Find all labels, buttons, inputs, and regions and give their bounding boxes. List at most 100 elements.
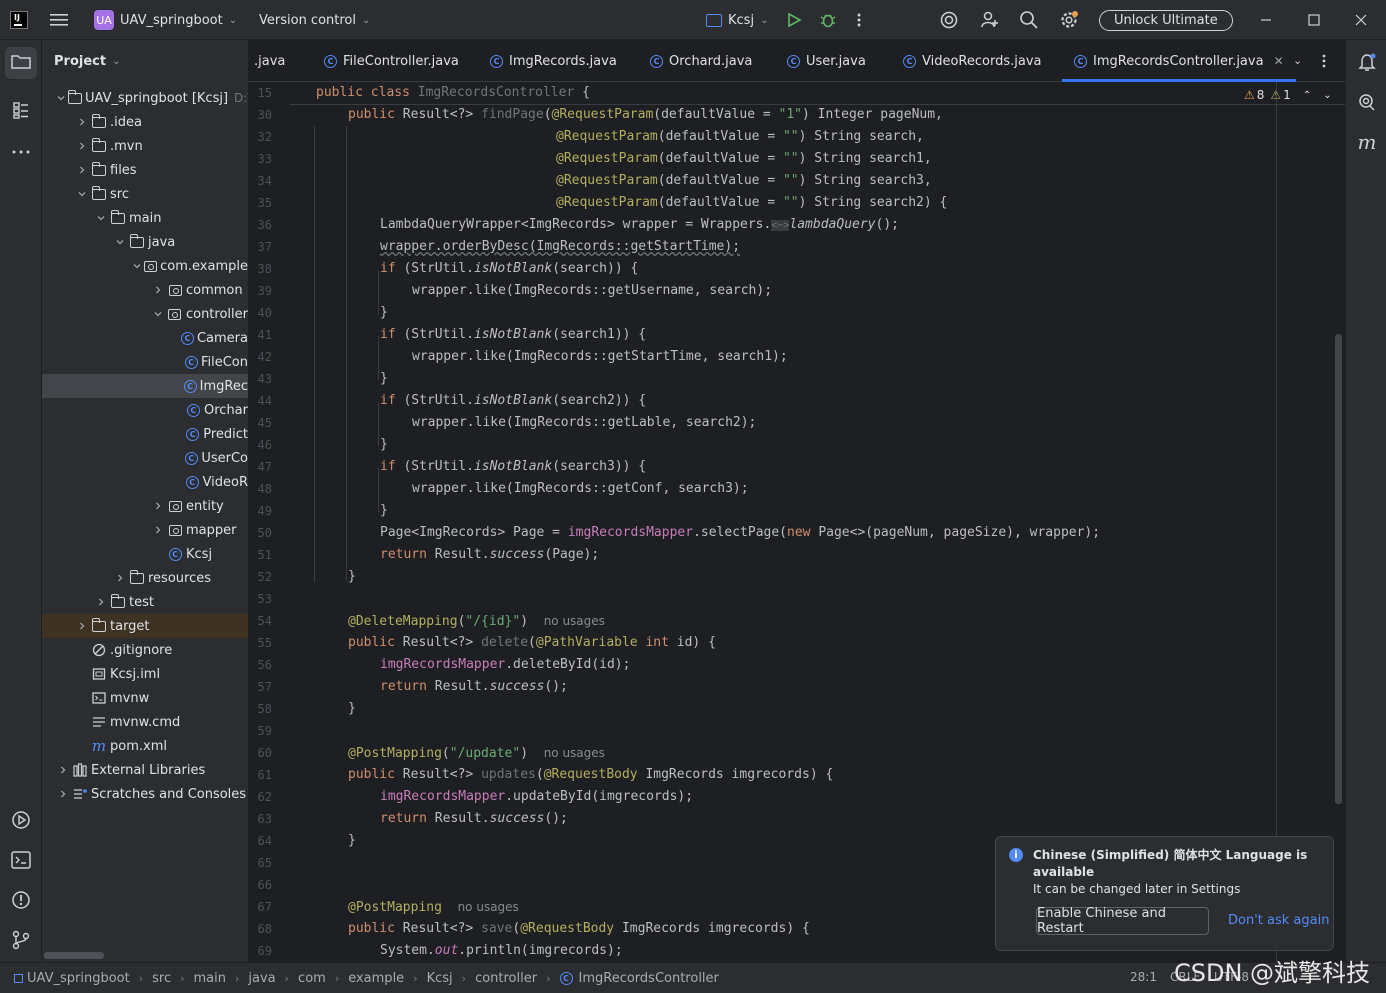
notifications-icon[interactable] bbox=[1351, 48, 1383, 76]
chevron-right-icon[interactable] bbox=[56, 765, 70, 775]
chevron-down-icon[interactable] bbox=[94, 213, 108, 223]
tree-item[interactable]: .gitignore bbox=[42, 638, 248, 662]
tree-item[interactable]: common bbox=[42, 278, 248, 302]
tree-item[interactable]: mvnw.cmd bbox=[42, 710, 248, 734]
project-panel-header[interactable]: Project ⌄ bbox=[54, 40, 120, 82]
tree-item[interactable]: com.example bbox=[42, 254, 248, 278]
tree-item[interactable]: C Predict bbox=[42, 422, 248, 446]
breadcrumb-item[interactable]: controller bbox=[475, 971, 537, 986]
chevron-right-icon[interactable] bbox=[151, 501, 165, 511]
editor-tab[interactable]: C Orchard.java bbox=[650, 40, 752, 82]
tree-item[interactable]: C VideoR bbox=[42, 470, 248, 494]
tree-item[interactable]: Scratches and Consoles bbox=[42, 782, 248, 806]
chevron-right-icon[interactable] bbox=[151, 525, 165, 535]
ai-chat-icon[interactable] bbox=[1351, 88, 1383, 116]
tree-item[interactable]: External Libraries bbox=[42, 758, 248, 782]
project-tree-scrollbar[interactable] bbox=[44, 952, 104, 959]
tree-item[interactable]: test bbox=[42, 590, 248, 614]
editor-tab[interactable]: C ImgRecordsController.java ✕ bbox=[1062, 40, 1296, 82]
chevron-right-icon[interactable] bbox=[113, 573, 127, 583]
chevron-right-icon[interactable] bbox=[75, 117, 89, 127]
project-tool-button[interactable] bbox=[5, 47, 37, 79]
chevron-right-icon[interactable] bbox=[75, 141, 89, 151]
settings-gear-icon[interactable] bbox=[1059, 0, 1079, 40]
enable-chinese-button[interactable]: Enable Chinese and Restart bbox=[1036, 906, 1209, 936]
app-logo[interactable]: IJ bbox=[10, 0, 28, 40]
maximize-window-icon[interactable] bbox=[1308, 0, 1320, 40]
breadcrumb-item[interactable]: example bbox=[348, 971, 404, 986]
tree-item[interactable]: C UserCo bbox=[42, 446, 248, 470]
tree-item[interactable]: C Orchar bbox=[42, 398, 248, 422]
tree-item[interactable]: Kcsj.iml bbox=[42, 662, 248, 686]
tree-item[interactable]: entity bbox=[42, 494, 248, 518]
tree-item[interactable]: files bbox=[42, 158, 248, 182]
chevron-down-icon[interactable] bbox=[113, 237, 127, 247]
tree-item[interactable]: .mvn bbox=[42, 134, 248, 158]
vcs-menu[interactable]: Version control ⌄ bbox=[259, 0, 370, 40]
tree-item[interactable]: java bbox=[42, 230, 248, 254]
caret-position[interactable]: 28:1 bbox=[1130, 970, 1157, 984]
tree-item[interactable]: C Kcsj bbox=[42, 542, 248, 566]
chevron-right-icon[interactable] bbox=[151, 285, 165, 295]
tree-item[interactable]: src bbox=[42, 182, 248, 206]
more-actions-icon[interactable] bbox=[856, 0, 862, 40]
editor-vertical-scrollbar[interactable] bbox=[1335, 334, 1342, 804]
chevron-right-icon[interactable] bbox=[56, 789, 70, 799]
editor-tab[interactable]: C User.java bbox=[787, 40, 866, 82]
tab-more-actions-icon[interactable] bbox=[1321, 53, 1327, 73]
code-with-me-icon[interactable] bbox=[980, 0, 1000, 40]
tree-item[interactable]: UAV_springboot [Kcsj] D:\ bbox=[42, 86, 248, 110]
chevron-right-icon[interactable] bbox=[94, 597, 108, 607]
chevron-right-icon[interactable] bbox=[75, 165, 89, 175]
chevron-down-icon[interactable] bbox=[75, 189, 89, 199]
tree-item[interactable]: mapper bbox=[42, 518, 248, 542]
ai-assistant-icon[interactable] bbox=[939, 0, 959, 40]
minimize-window-icon[interactable] bbox=[1260, 0, 1272, 40]
breadcrumb-item[interactable]: ImgRecordsController bbox=[579, 971, 719, 986]
run-icon[interactable] bbox=[786, 0, 802, 40]
search-icon[interactable] bbox=[1019, 0, 1039, 40]
chevron-right-icon[interactable] bbox=[75, 621, 89, 631]
tree-item[interactable]: C Camera bbox=[42, 326, 248, 350]
chevron-down-icon[interactable] bbox=[56, 93, 66, 103]
close-window-icon[interactable] bbox=[1355, 0, 1367, 40]
tree-item[interactable]: controller bbox=[42, 302, 248, 326]
tree-item[interactable]: C ImgRec bbox=[42, 374, 248, 398]
tab-list-chevron-icon[interactable]: ⌄ bbox=[1293, 54, 1302, 67]
terminal-tool-button[interactable] bbox=[5, 846, 37, 878]
unlock-ultimate-button[interactable]: Unlock Ultimate bbox=[1099, 0, 1233, 40]
tree-item[interactable]: mvnw bbox=[42, 686, 248, 710]
run-config-selector[interactable]: Kcsj ⌄ bbox=[706, 0, 768, 40]
editor-tab[interactable]: C FileController.java bbox=[324, 40, 459, 82]
services-tool-button[interactable] bbox=[5, 806, 37, 838]
chevron-down-icon[interactable] bbox=[132, 261, 142, 271]
breadcrumb-item[interactable]: src bbox=[152, 971, 171, 986]
tree-item[interactable]: main bbox=[42, 206, 248, 230]
breadcrumb-item[interactable]: UAV_springboot bbox=[27, 971, 130, 986]
git-tool-button[interactable] bbox=[5, 926, 37, 958]
dont-ask-again-link[interactable]: Don't ask again bbox=[1228, 913, 1329, 928]
inspection-widget[interactable]: ⚠ 8 ⚠ 1 ⌃ ⌄ bbox=[1244, 88, 1332, 102]
code-editor[interactable]: ⚠ 8 ⚠ 1 ⌃ ⌄ public class ImgRecordsContr… bbox=[290, 82, 1345, 962]
tree-item[interactable]: target bbox=[42, 614, 248, 638]
breadcrumb-item[interactable]: com bbox=[298, 971, 326, 986]
problems-tool-button[interactable] bbox=[5, 886, 37, 918]
tree-item[interactable]: .idea bbox=[42, 110, 248, 134]
editor-tab[interactable]: C ImgRecords.java bbox=[490, 40, 617, 82]
breadcrumb-item[interactable]: main bbox=[194, 971, 226, 986]
maven-icon[interactable]: m bbox=[1351, 128, 1383, 156]
tree-item[interactable]: m pom.xml bbox=[42, 734, 248, 758]
previous-highlight-icon[interactable]: ⌃ bbox=[1303, 90, 1311, 101]
structure-tool-button[interactable] bbox=[5, 96, 37, 128]
close-tab-icon[interactable]: ✕ bbox=[1274, 54, 1284, 68]
editor-tab[interactable]: .java bbox=[254, 40, 285, 82]
editor-tab[interactable]: C VideoRecords.java bbox=[903, 40, 1041, 82]
tree-item[interactable]: resources bbox=[42, 566, 248, 590]
main-menu-icon[interactable] bbox=[50, 0, 68, 40]
tree-item[interactable]: C FileCon bbox=[42, 350, 248, 374]
breadcrumb-item[interactable]: java bbox=[248, 971, 275, 986]
debug-icon[interactable] bbox=[819, 0, 837, 40]
breadcrumb-item[interactable]: Kcsj bbox=[427, 971, 453, 986]
next-highlight-icon[interactable]: ⌄ bbox=[1323, 90, 1331, 101]
chevron-down-icon[interactable] bbox=[151, 309, 165, 319]
